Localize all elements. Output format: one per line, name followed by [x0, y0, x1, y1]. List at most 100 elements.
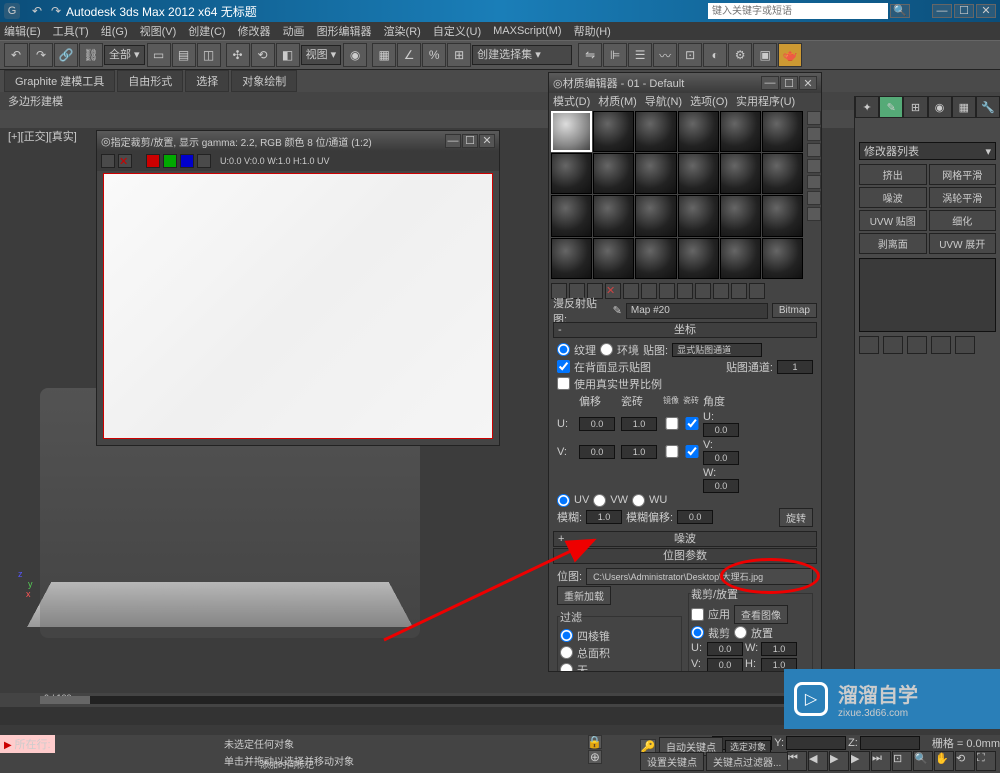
- make-unique-stack-icon[interactable]: [907, 336, 927, 354]
- matedit-min-button[interactable]: —: [761, 76, 779, 90]
- material-slot[interactable]: [678, 111, 719, 152]
- crop-min-button[interactable]: —: [445, 134, 461, 148]
- reload-button[interactable]: 重新加载: [557, 586, 611, 605]
- texture-radio[interactable]: [557, 343, 570, 356]
- ribbon-tab-freeform[interactable]: 自由形式: [117, 70, 183, 92]
- close-preview-icon[interactable]: ✕: [118, 154, 132, 168]
- mod-unwrap-button[interactable]: UVW 展开: [929, 233, 997, 254]
- rollout-noise-header[interactable]: +噪波: [553, 531, 817, 547]
- pivot-icon[interactable]: ◉: [343, 43, 367, 67]
- u-offset-spinner[interactable]: 0.0: [579, 417, 615, 431]
- pan-icon[interactable]: ✋: [934, 751, 954, 771]
- modifier-list-dropdown[interactable]: 修改器列表▾: [859, 142, 996, 160]
- blur-offset-spinner[interactable]: 0.0: [677, 510, 713, 524]
- vw-radio[interactable]: [593, 494, 606, 507]
- filter-pyramid-radio[interactable]: [560, 629, 573, 642]
- matedit-menu-modes[interactable]: 模式(D): [553, 93, 590, 109]
- menu-views[interactable]: 视图(V): [140, 23, 177, 39]
- channel-r-icon[interactable]: [146, 154, 160, 168]
- display-tab-icon[interactable]: ▦: [952, 96, 976, 118]
- scale-icon[interactable]: ◧: [276, 43, 300, 67]
- max-button[interactable]: ☐: [954, 4, 974, 18]
- channel-b-icon[interactable]: [180, 154, 194, 168]
- material-slot[interactable]: [678, 238, 719, 279]
- v-mirror-checkbox[interactable]: [663, 445, 681, 458]
- matedit-close-button[interactable]: ✕: [799, 76, 817, 90]
- wu-radio[interactable]: [632, 494, 645, 507]
- spinner-snap-icon[interactable]: ⊞: [447, 43, 471, 67]
- map-type-button[interactable]: Bitmap: [772, 303, 817, 318]
- render-icon[interactable]: 🫖: [778, 43, 802, 67]
- material-slot[interactable]: [635, 238, 676, 279]
- material-slot[interactable]: [720, 111, 761, 152]
- filter-sum-radio[interactable]: [560, 646, 573, 659]
- go-parent-icon[interactable]: [731, 283, 747, 299]
- named-selection-dropdown[interactable]: 创建选择集 ▾: [472, 45, 572, 65]
- mod-uvwmap-button[interactable]: UVW 贴图: [859, 210, 927, 231]
- material-slot[interactable]: [593, 195, 634, 236]
- curve-editor-icon[interactable]: 〰: [653, 43, 677, 67]
- create-tab-icon[interactable]: ✦: [855, 96, 879, 118]
- redo-icon[interactable]: ↷: [29, 43, 53, 67]
- v-tile-checkbox[interactable]: [683, 445, 701, 458]
- motion-tab-icon[interactable]: ◉: [928, 96, 952, 118]
- crop-u-spinner[interactable]: 0.0: [707, 642, 743, 656]
- configure-sets-icon[interactable]: [955, 336, 975, 354]
- material-slot[interactable]: [635, 111, 676, 152]
- menu-maxscript[interactable]: MAXScript(M): [493, 25, 561, 37]
- quick-redo-icon[interactable]: ↷: [47, 3, 65, 19]
- save-image-icon[interactable]: [101, 154, 115, 168]
- channel-g-icon[interactable]: [163, 154, 177, 168]
- hierarchy-tab-icon[interactable]: ⊞: [903, 96, 927, 118]
- map-name-field[interactable]: [626, 303, 768, 319]
- rollout-coordinates-header[interactable]: -坐标: [553, 322, 817, 338]
- z-coord-field[interactable]: [860, 736, 920, 750]
- apply-checkbox[interactable]: [691, 608, 704, 621]
- crop-radio[interactable]: [691, 626, 704, 639]
- mod-extrude-button[interactable]: 挤出: [859, 164, 927, 185]
- material-slot[interactable]: [720, 238, 761, 279]
- u-angle-spinner[interactable]: 0.0: [703, 423, 739, 437]
- material-slot[interactable]: [551, 153, 592, 194]
- prev-frame-icon[interactable]: ◀: [808, 751, 828, 771]
- bitmap-path-button[interactable]: C:\Users\Administrator\Desktop\大理石.jpg: [586, 568, 813, 585]
- realworld-checkbox[interactable]: [557, 377, 570, 390]
- channel-alpha-icon[interactable]: [197, 154, 211, 168]
- matedit-menu-utils[interactable]: 实用程序(U): [736, 93, 795, 109]
- material-slot[interactable]: [635, 153, 676, 194]
- make-preview-icon[interactable]: [807, 191, 821, 205]
- material-slot[interactable]: [762, 195, 803, 236]
- put-to-library-icon[interactable]: [659, 283, 675, 299]
- backlight-icon[interactable]: [807, 127, 821, 141]
- snap-icon[interactable]: ▦: [372, 43, 396, 67]
- ribbon-panel-polymodel[interactable]: 多边形建模: [8, 93, 63, 109]
- render-frame-icon[interactable]: ▣: [753, 43, 777, 67]
- help-search-input[interactable]: [708, 3, 888, 19]
- uv-radio[interactable]: [557, 494, 570, 507]
- utilities-tab-icon[interactable]: 🔧: [976, 96, 1000, 118]
- show-end-icon[interactable]: [883, 336, 903, 354]
- material-slot[interactable]: [593, 153, 634, 194]
- remove-mod-icon[interactable]: [931, 336, 951, 354]
- menu-modifiers[interactable]: 修改器: [238, 23, 271, 39]
- menu-graph-editors[interactable]: 图形编辑器: [317, 23, 372, 39]
- material-slot[interactable]: [720, 195, 761, 236]
- ribbon-tab-graphite[interactable]: Graphite 建模工具: [4, 70, 115, 92]
- unlink-icon[interactable]: ⛓: [79, 43, 103, 67]
- maximize-viewport-icon[interactable]: ⛶: [976, 751, 996, 771]
- matedit-max-button[interactable]: ☐: [780, 76, 798, 90]
- select-name-icon[interactable]: ▤: [172, 43, 196, 67]
- schematic-icon[interactable]: ⊡: [678, 43, 702, 67]
- material-slot[interactable]: [551, 238, 592, 279]
- zoom-extents-icon[interactable]: ⊡: [892, 751, 912, 771]
- crop-close-button[interactable]: ✕: [479, 134, 495, 148]
- rollout-bitmap-header[interactable]: -位图参数: [553, 548, 817, 564]
- material-slot[interactable]: [593, 238, 634, 279]
- v-angle-spinner[interactable]: 0.0: [703, 451, 739, 465]
- arc-rotate-icon[interactable]: ⟲: [955, 751, 975, 771]
- render-setup-icon[interactable]: ⚙: [728, 43, 752, 67]
- menu-edit[interactable]: 编辑(E): [4, 23, 41, 39]
- environ-radio[interactable]: [600, 343, 613, 356]
- menu-animation[interactable]: 动画: [283, 23, 305, 39]
- material-slot[interactable]: [635, 195, 676, 236]
